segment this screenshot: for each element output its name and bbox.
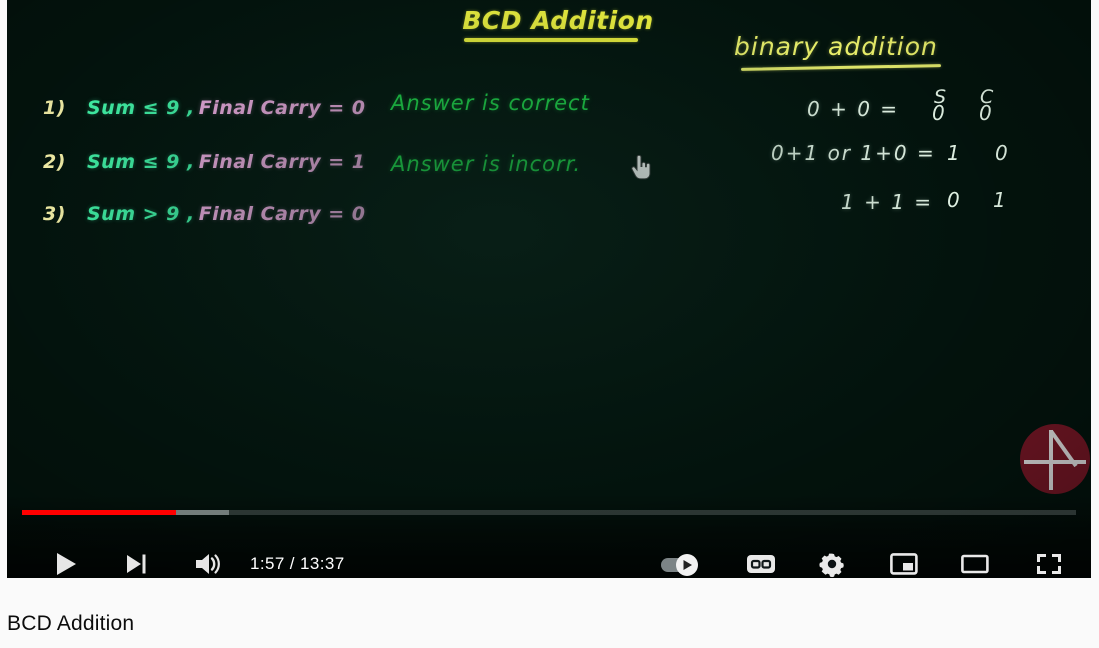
rule-index: 1) bbox=[43, 97, 66, 119]
time-display: 1:57 / 13:37 bbox=[250, 554, 345, 573]
theater-mode-icon bbox=[961, 554, 989, 574]
video-player[interactable]: BCD Addition 1) Sum ≤ 9 , Final Carry = 0 … bbox=[7, 0, 1091, 578]
autoplay-toggle-icon bbox=[661, 554, 698, 576]
binary-addition-underline bbox=[740, 64, 942, 71]
verdict-text: Answer is incorr. bbox=[391, 152, 582, 176]
binary-line-sum: 1 bbox=[947, 141, 961, 165]
binary-line-carry: 1 bbox=[993, 188, 1007, 212]
volume-button[interactable] bbox=[189, 546, 227, 578]
rule-row: 1) Sum ≤ 9 , Final Carry = 0 bbox=[43, 97, 365, 125]
binary-line-carry: 0 bbox=[979, 101, 993, 125]
board-title: BCD Addition bbox=[462, 6, 654, 35]
video-surface[interactable]: BCD Addition 1) Sum ≤ 9 , Final Carry = 0 … bbox=[7, 0, 1091, 578]
progress-played bbox=[22, 510, 176, 515]
binary-line-sum: 0 bbox=[932, 101, 946, 125]
settings-button[interactable] bbox=[813, 546, 851, 578]
autoplay-toggle[interactable] bbox=[659, 550, 709, 578]
binary-line-sum: 0 bbox=[947, 188, 961, 212]
verdict-text: Answer is correct bbox=[391, 91, 590, 115]
rule-condition: Sum > 9 , bbox=[87, 203, 195, 225]
rule-carry: Final Carry = 0 bbox=[198, 97, 366, 119]
channel-watermark-icon[interactable] bbox=[1020, 424, 1090, 494]
player-control-bar[interactable]: 1:57 / 13:37 bbox=[7, 494, 1091, 578]
rule-carry: Final Carry = 0 bbox=[198, 203, 366, 225]
volume-icon bbox=[196, 554, 220, 574]
rule-index: 2) bbox=[43, 151, 66, 173]
rule-index: 3) bbox=[43, 203, 66, 225]
youtube-watch-page: BCD Addition 1) Sum ≤ 9 , Final Carry = 0 … bbox=[0, 0, 1099, 648]
next-video-button[interactable] bbox=[117, 546, 155, 578]
binary-line-expression: 0 + 0 = bbox=[807, 97, 900, 121]
closed-captions-icon bbox=[747, 555, 775, 573]
miniplayer-icon bbox=[890, 553, 918, 575]
rule-condition: Sum ≤ 9 , bbox=[87, 97, 195, 119]
hand-pointer-icon bbox=[631, 155, 651, 180]
rule-condition: Sum ≤ 9 , bbox=[87, 151, 195, 173]
fullscreen-button[interactable] bbox=[1030, 546, 1068, 578]
video-title[interactable]: BCD Addition bbox=[7, 612, 134, 636]
subtitles-cc-button[interactable] bbox=[742, 546, 780, 578]
gear-icon bbox=[819, 553, 844, 578]
rule-row: 2) Sum ≤ 9 , Final Carry = 1 bbox=[43, 151, 365, 179]
play-icon bbox=[57, 553, 76, 575]
binary-line-carry: 0 bbox=[995, 141, 1009, 165]
theater-mode-button[interactable] bbox=[956, 546, 994, 578]
rule-row: 3) Sum > 9 , Final Carry = 0 bbox=[43, 203, 365, 231]
progress-bar[interactable] bbox=[22, 510, 1076, 515]
fullscreen-icon bbox=[1037, 554, 1061, 574]
binary-line-expression: 1 + 1 = bbox=[841, 190, 934, 214]
miniplayer-button[interactable] bbox=[885, 546, 923, 578]
rule-carry: Final Carry = 1 bbox=[198, 151, 366, 173]
binary-line-expression: 0+1 or 1+0 = bbox=[771, 141, 936, 165]
binary-addition-heading: binary addition bbox=[734, 32, 938, 61]
next-track-icon bbox=[127, 554, 146, 574]
board-title-underline bbox=[464, 38, 638, 42]
play-button[interactable] bbox=[47, 546, 85, 578]
